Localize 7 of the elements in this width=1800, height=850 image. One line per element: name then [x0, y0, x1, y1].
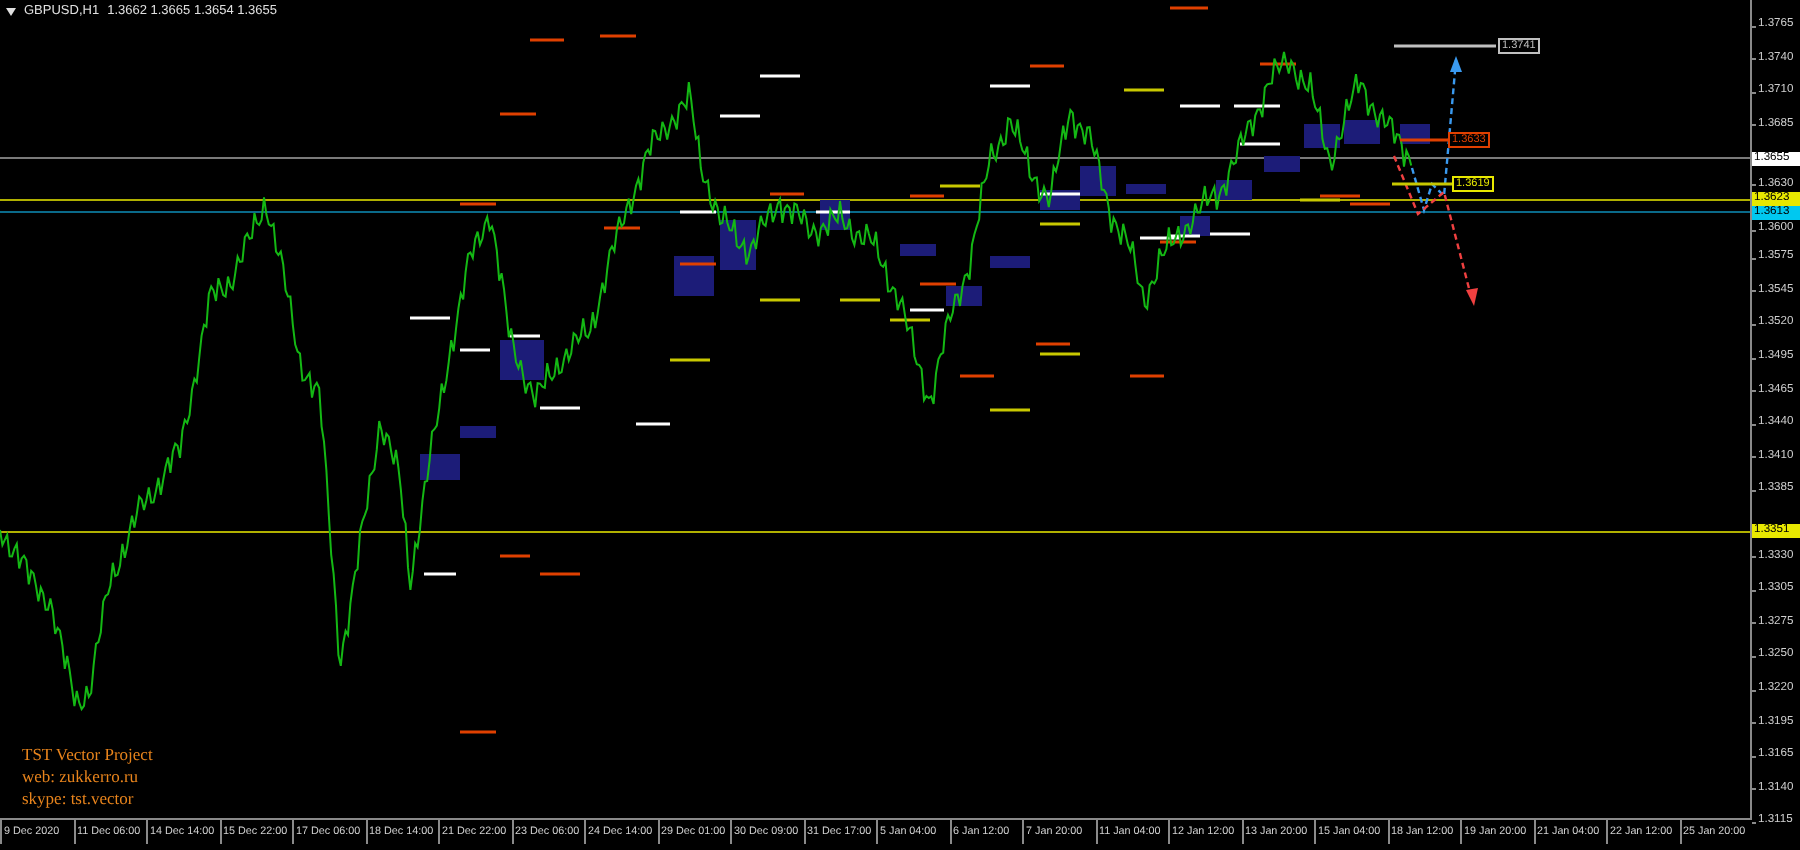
leader-line	[1392, 182, 1452, 186]
leader-line	[1394, 44, 1496, 48]
info-text: TST Vector Project	[22, 744, 153, 764]
leader-line	[1400, 138, 1448, 142]
dropdown-icon[interactable]	[6, 7, 16, 15]
info-text: web: zukkerro.ru	[22, 766, 141, 786]
info-text: skype: tst.vector	[22, 788, 136, 808]
